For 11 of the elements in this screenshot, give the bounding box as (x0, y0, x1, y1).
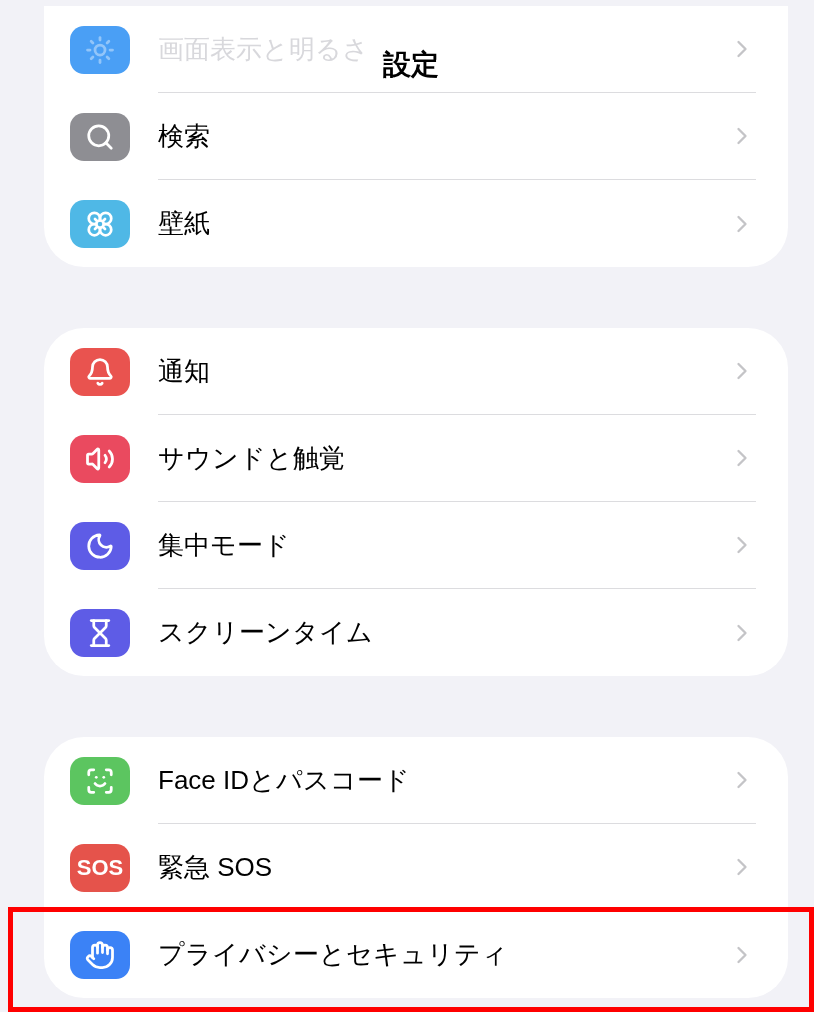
page-title: 設定 (383, 48, 439, 82)
setting-label[interactable]: 検索 (158, 116, 210, 156)
setting-label[interactable]: プライバシーとセキュリティ (158, 935, 508, 974)
setting-label[interactable]: サウンドと触覚 (158, 438, 345, 478)
setting-label[interactable]: 緊急 SOS (158, 847, 273, 887)
setting-label[interactable]: スクリーンタイム (158, 613, 373, 652)
setting-label[interactable]: 通知 (158, 351, 210, 391)
setting-label[interactable]: 集中モード (158, 525, 290, 565)
setting-label[interactable]: 壁紙 (158, 204, 210, 243)
setting-label[interactable]: Face IDとパスコード (158, 760, 411, 800)
sos-badge: SOS (70, 843, 130, 892)
